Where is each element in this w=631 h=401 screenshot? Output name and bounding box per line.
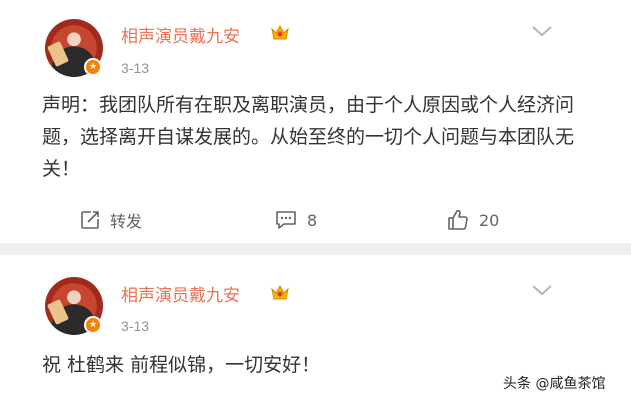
- post-date: 3-13: [121, 318, 150, 334]
- chevron-down-icon[interactable]: [531, 24, 553, 38]
- post-separator: [0, 243, 631, 255]
- username[interactable]: 相声演员戴九安: [121, 281, 240, 306]
- crown-icon[interactable]: [270, 24, 290, 42]
- repost-button[interactable]: 转发: [80, 207, 142, 233]
- like-count: 20: [479, 210, 500, 230]
- fan-shape: [47, 41, 69, 67]
- post-content: 声明：我团队所有在职及离职演员，由于个人原因或个人经济问题，选择离开自谋发展的。…: [42, 94, 575, 180]
- chevron-down-icon[interactable]: [531, 283, 553, 297]
- comment-count: 8: [307, 210, 318, 230]
- repost-icon: [81, 211, 99, 229]
- fan-shape: [47, 299, 69, 325]
- crown-icon[interactable]: [270, 284, 290, 302]
- comment-button[interactable]: 8: [275, 207, 317, 233]
- v-badge-icon: ★: [84, 58, 102, 76]
- post-date: 3-13: [121, 60, 150, 76]
- v-badge-icon: ★: [84, 316, 102, 334]
- username[interactable]: 相声演员戴九安: [121, 22, 240, 47]
- action-bar: 转发 8 20: [0, 200, 631, 240]
- watermark: 头条 @咸鱼茶馆: [503, 376, 606, 392]
- comment-icon: [276, 211, 296, 229]
- like-button[interactable]: 20: [447, 207, 499, 233]
- repost-label: 转发: [110, 212, 143, 231]
- like-icon: [448, 209, 468, 230]
- weibo-post: ★ 相声演员戴九安 3-13 声明：我团队所有在职及离职演员，由于个人原因或个人…: [0, 0, 631, 243]
